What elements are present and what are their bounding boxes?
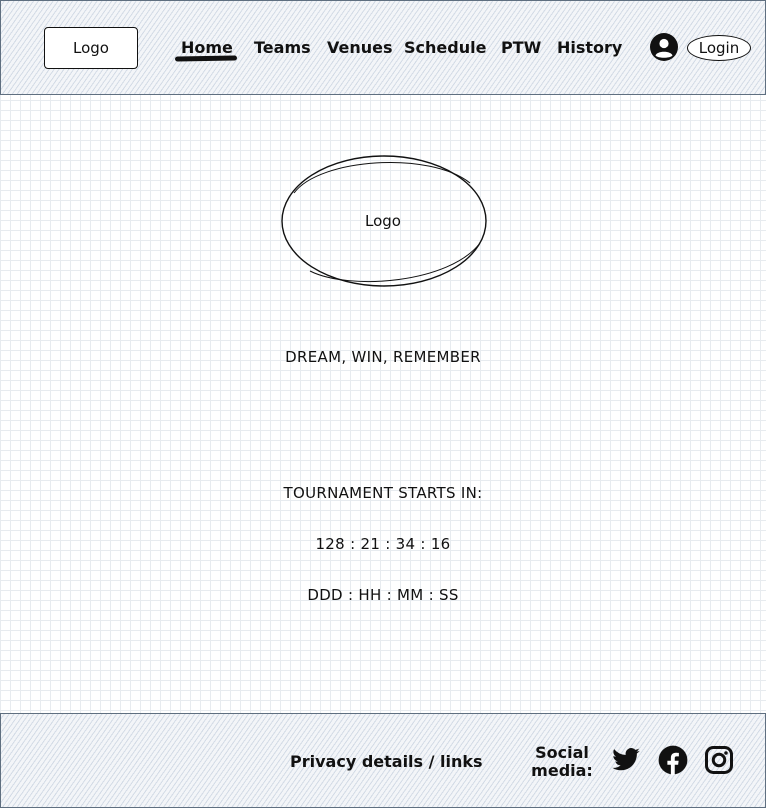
login-button-label: Login (698, 39, 740, 57)
nav-active-underline (174, 55, 238, 62)
hero-logo-label: Logo (365, 212, 401, 230)
nav-ptw[interactable]: PTW (501, 38, 541, 57)
nav-venues[interactable]: Venues (327, 38, 393, 57)
nav-home[interactable]: Home (181, 38, 233, 57)
nav-teams[interactable]: Teams (254, 38, 311, 57)
countdown-timer: 128 : 21 : 34 : 16 (315, 535, 451, 553)
site-footer: Privacy details / links Social media: (0, 713, 766, 808)
site-header: Logo Home Teams Venues Schedule PTW Hist… (0, 0, 766, 95)
nav-history[interactable]: History (557, 38, 622, 57)
instagram-icon[interactable] (704, 745, 734, 775)
social-label-line-2: media: (531, 761, 593, 780)
privacy-links[interactable]: Privacy details / links (290, 752, 483, 771)
countdown-heading: TOURNAMENT STARTS IN: (283, 484, 483, 502)
facebook-icon[interactable] (658, 745, 688, 775)
nav-schedule[interactable]: Schedule (404, 38, 486, 57)
social-label-line-1: Social (535, 743, 589, 762)
twitter-icon[interactable] (611, 745, 641, 775)
tagline: DREAM, WIN, REMEMBER (285, 348, 481, 366)
login-button[interactable]: Login (687, 35, 751, 61)
countdown-format: DDD : HH : MM : SS (307, 586, 459, 604)
social-media-label: Social media: (531, 744, 593, 780)
header-logo-label: Logo (73, 39, 109, 57)
header-logo[interactable]: Logo (44, 27, 138, 69)
user-account-icon[interactable] (649, 32, 679, 62)
